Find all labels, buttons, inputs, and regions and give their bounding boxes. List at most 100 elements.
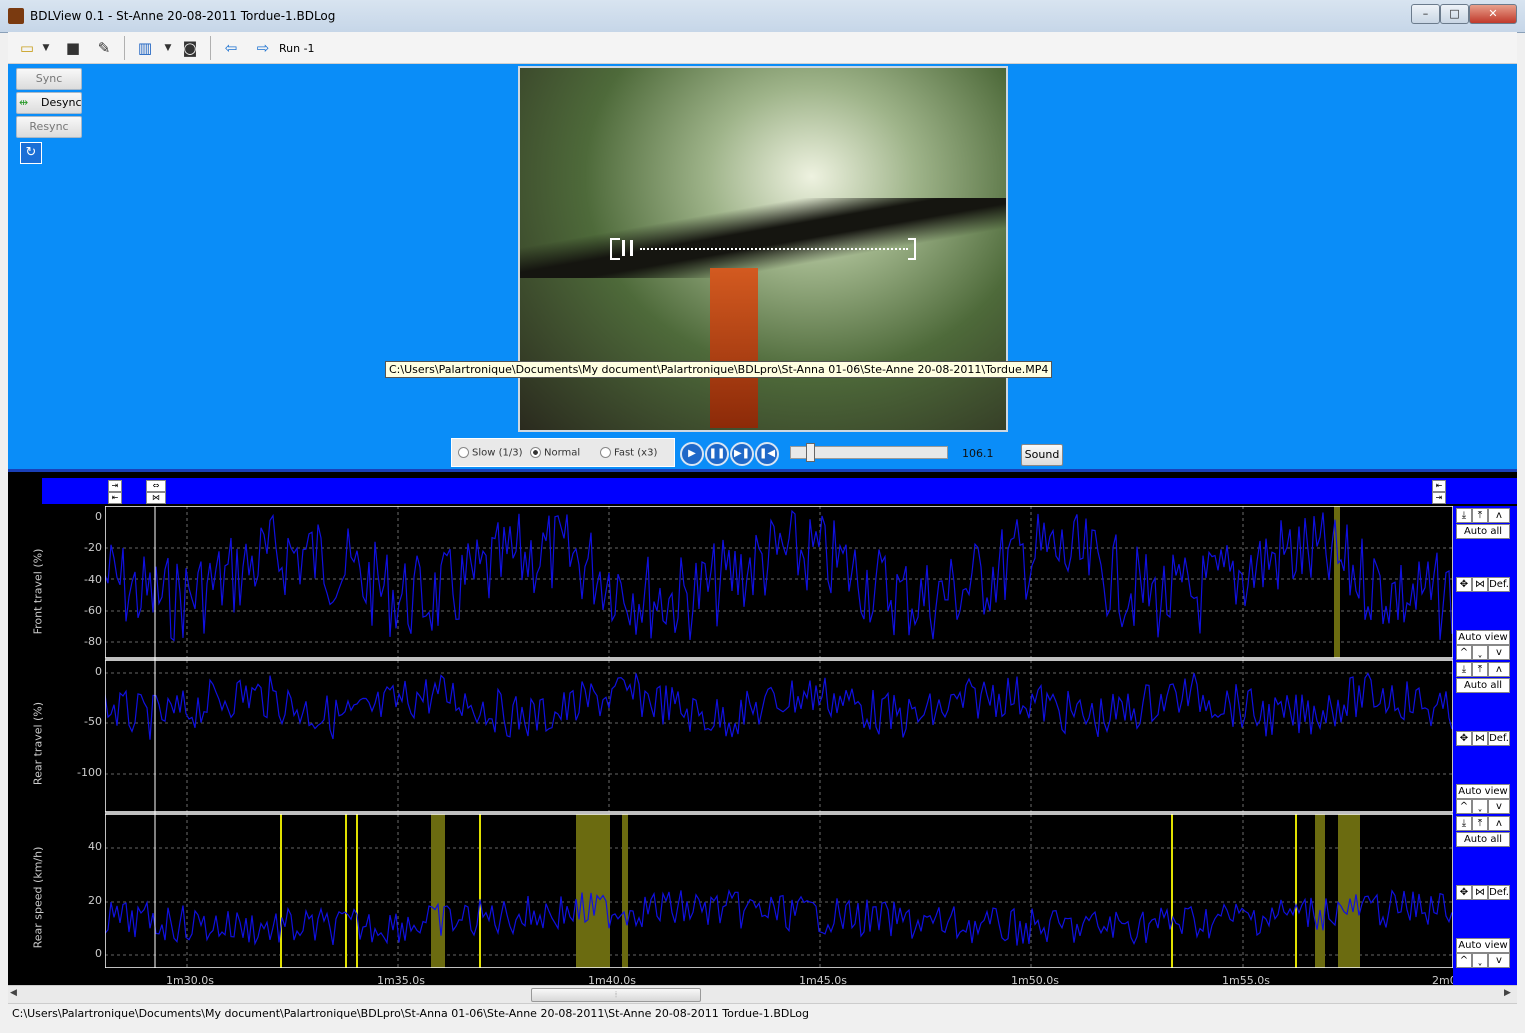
desync-label: Desync <box>41 96 82 109</box>
resize-icon[interactable]: ⋈ <box>1472 731 1488 746</box>
scroll-down-icon[interactable]: v <box>1488 645 1510 660</box>
refresh-icon[interactable]: ↻ <box>20 142 42 164</box>
status-bar: C:\Users\Palartronique\Documents\My docu… <box>8 1003 1517 1024</box>
nav-right-icon[interactable]: ⇥ <box>108 480 122 492</box>
chart-dropdown-icon[interactable]: ▼ <box>162 37 174 59</box>
auto-view-button[interactable]: Auto view <box>1456 938 1510 953</box>
def-button[interactable]: Def. <box>1488 731 1510 746</box>
sound-button[interactable]: Sound <box>1021 444 1063 466</box>
auto-all-button[interactable]: Auto all <box>1456 524 1510 539</box>
scroll-right-icon[interactable]: ▶ <box>1504 988 1511 998</box>
speed-slow-radio[interactable]: Slow (1/3) <box>458 447 523 459</box>
rewind-icon[interactable]: ❚◀ <box>755 442 779 466</box>
slider-value: 106.1 <box>962 447 994 460</box>
desync-button[interactable]: ⇹ Desync <box>16 92 82 114</box>
arrow-right-icon[interactable]: ⇨ <box>252 37 274 59</box>
highlight-band <box>1334 506 1340 658</box>
resync-button[interactable]: Resync <box>16 116 82 138</box>
scale-down-icon[interactable]: ⤓ <box>1456 662 1472 677</box>
scroll-down-icon[interactable]: v <box>1488 799 1510 814</box>
nav-end-left-icon[interactable]: ⇤ <box>1432 480 1446 492</box>
maximize-button[interactable]: □ <box>1440 4 1469 24</box>
position-mark <box>622 240 625 256</box>
up-icon[interactable]: ^ <box>1456 953 1472 968</box>
down-icon[interactable]: ˬ <box>1472 799 1488 814</box>
scale-up-icon[interactable]: ⤒ <box>1472 508 1488 523</box>
nav-left-icon[interactable]: ⇤ <box>108 492 122 504</box>
graph-area: ⇥ ⇤ ⇔ ⋈ ⇤ ⇥ Front travel (%) Rear travel… <box>8 469 1517 988</box>
def-button[interactable]: Def. <box>1488 577 1510 592</box>
close-button[interactable]: ✕ <box>1469 4 1517 24</box>
scale-up-icon[interactable]: ⤒ <box>1472 662 1488 677</box>
auto-all-button[interactable]: Auto all <box>1456 832 1510 847</box>
step-forward-icon[interactable]: ▶❚ <box>730 442 754 466</box>
y-tick: 20 <box>88 894 102 907</box>
pause-icon[interactable]: ❚❚ <box>705 442 729 466</box>
y-tick: -20 <box>84 541 102 554</box>
horizontal-scrollbar[interactable]: ◀ ⦙ ▶ <box>8 985 1517 1003</box>
move-icon[interactable]: ✥ <box>1456 577 1472 592</box>
scroll-down-icon[interactable]: v <box>1488 953 1510 968</box>
expand-icon[interactable]: ⇔ <box>146 480 166 492</box>
def-button[interactable]: Def. <box>1488 885 1510 900</box>
up-icon[interactable]: ^ <box>1456 799 1472 814</box>
speed-selector: Slow (1/3) Normal Fast (x3) <box>451 438 675 467</box>
speed-fast-label: Fast (x3) <box>614 447 658 459</box>
position-track <box>640 248 908 258</box>
highlight-band <box>1338 814 1360 968</box>
handlebar-shape <box>520 198 1006 278</box>
speed-slow-label: Slow (1/3) <box>472 447 523 459</box>
highlight-band <box>356 814 358 968</box>
save-icon[interactable]: ■ <box>62 37 84 59</box>
fork-shape <box>710 268 758 428</box>
scroll-left-icon[interactable]: ◀ <box>10 988 17 998</box>
up-icon[interactable]: ^ <box>1456 645 1472 660</box>
slider-thumb[interactable] <box>806 443 815 462</box>
arrow-left-icon[interactable]: ⇦ <box>220 37 242 59</box>
resize-icon[interactable]: ⋈ <box>1472 885 1488 900</box>
rear-travel-trace <box>105 672 1453 740</box>
resize-icon[interactable]: ⋈ <box>1472 577 1488 592</box>
auto-view-button[interactable]: Auto view <box>1456 784 1510 799</box>
sync-button[interactable]: Sync <box>16 68 82 90</box>
play-icon[interactable]: ▶ <box>680 442 704 466</box>
tools-icon[interactable]: ✎ <box>92 37 116 59</box>
run-label: Run -1 <box>279 42 315 55</box>
minimize-button[interactable]: – <box>1411 4 1440 24</box>
scale-down-icon[interactable]: ⤓ <box>1456 816 1472 831</box>
video-area: Sync ⇹ Desync Resync ↻ C:\Users\Palartro… <box>8 64 1517 469</box>
camera-icon[interactable]: ◙ <box>178 37 202 59</box>
auto-view-button[interactable]: Auto view <box>1456 630 1510 645</box>
scroll-up-icon[interactable]: ʌ <box>1488 816 1510 831</box>
open-folder-icon[interactable]: ▭ <box>16 37 38 59</box>
playback-slider[interactable] <box>790 443 948 462</box>
down-icon[interactable]: ˬ <box>1472 645 1488 660</box>
move-icon[interactable]: ✥ <box>1456 731 1472 746</box>
graph-plots[interactable] <box>105 506 1453 968</box>
timeline-ribbon[interactable]: ⇥ ⇤ ⇔ ⋈ ⇤ ⇥ <box>42 478 1517 504</box>
scale-up-icon[interactable]: ⤒ <box>1472 816 1488 831</box>
rear-speed-panel <box>105 813 1453 968</box>
move-icon[interactable]: ✥ <box>1456 885 1472 900</box>
y-tick: -60 <box>84 604 102 617</box>
chart-icon[interactable]: ▥ <box>132 37 158 59</box>
scroll-up-icon[interactable]: ʌ <box>1488 508 1510 523</box>
scale-down-icon[interactable]: ⤓ <box>1456 508 1472 523</box>
position-bracket-left <box>610 238 620 260</box>
open-dropdown-icon[interactable]: ▼ <box>40 37 52 59</box>
speed-normal-radio[interactable]: Normal <box>530 447 580 459</box>
down-icon[interactable]: ˬ <box>1472 953 1488 968</box>
contract-icon[interactable]: ⋈ <box>146 492 166 504</box>
position-mark <box>630 240 633 256</box>
status-path: C:\Users\Palartronique\Documents\My docu… <box>12 1007 810 1020</box>
highlight-band <box>345 814 347 968</box>
highlight-band <box>1171 814 1173 968</box>
scroll-up-icon[interactable]: ʌ <box>1488 662 1510 677</box>
auto-all-button[interactable]: Auto all <box>1456 678 1510 693</box>
y-tick: 0 <box>95 665 102 678</box>
y-tick: 40 <box>88 840 102 853</box>
speed-fast-radio[interactable]: Fast (x3) <box>600 447 657 459</box>
highlight-band <box>622 814 628 968</box>
scrollbar-thumb[interactable]: ⦙ <box>531 988 701 1002</box>
nav-end-right-icon[interactable]: ⇥ <box>1432 492 1446 504</box>
